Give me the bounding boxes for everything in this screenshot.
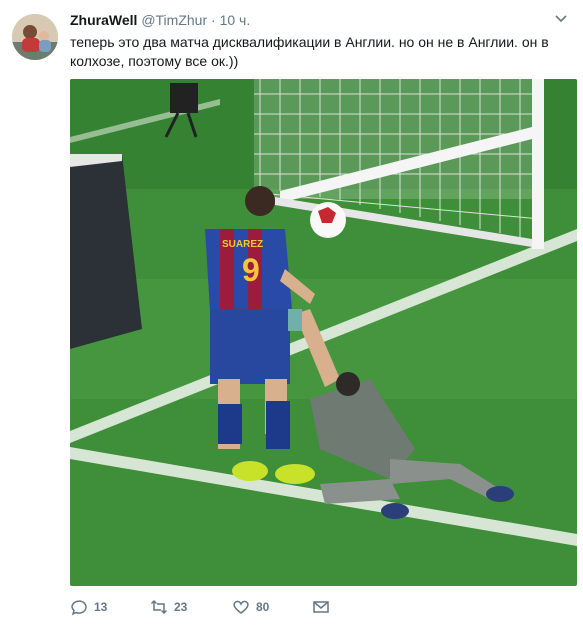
envelope-icon xyxy=(313,601,329,613)
tweet-actions: 13 23 80 xyxy=(70,598,570,620)
retweet-count: 23 xyxy=(174,600,188,614)
soccer-photo: 9 SUAREZ xyxy=(70,79,577,586)
tweet-card: ZhuraWell @TimZhur · 10 ч. теперь это дв… xyxy=(0,0,583,625)
avatar-image xyxy=(12,14,58,60)
timestamp[interactable]: 10 ч. xyxy=(220,12,251,28)
like-button[interactable]: 80 xyxy=(232,598,269,616)
shirt-name: SUAREZ xyxy=(222,239,263,250)
retweet-button[interactable]: 23 xyxy=(150,598,187,616)
reply-button[interactable]: 13 xyxy=(70,598,107,616)
reply-count: 13 xyxy=(94,600,108,614)
reply-icon xyxy=(71,600,87,616)
like-count: 80 xyxy=(256,600,270,614)
tweet-photo[interactable]: 9 SUAREZ xyxy=(70,79,577,586)
chevron-down-icon[interactable] xyxy=(553,12,569,26)
separator: · xyxy=(211,12,216,28)
tweet-text: теперь это два матча дисквалификации в А… xyxy=(70,34,549,69)
avatar[interactable] xyxy=(12,14,58,60)
author-handle[interactable]: @TimZhur xyxy=(141,12,207,28)
retweet-icon xyxy=(150,599,168,615)
author-name[interactable]: ZhuraWell xyxy=(70,12,137,28)
heart-icon xyxy=(233,600,249,614)
direct-message-button[interactable] xyxy=(312,598,330,616)
shirt-number: 9 xyxy=(242,252,260,288)
tweet-header: ZhuraWell @TimZhur · 10 ч. xyxy=(70,12,250,28)
